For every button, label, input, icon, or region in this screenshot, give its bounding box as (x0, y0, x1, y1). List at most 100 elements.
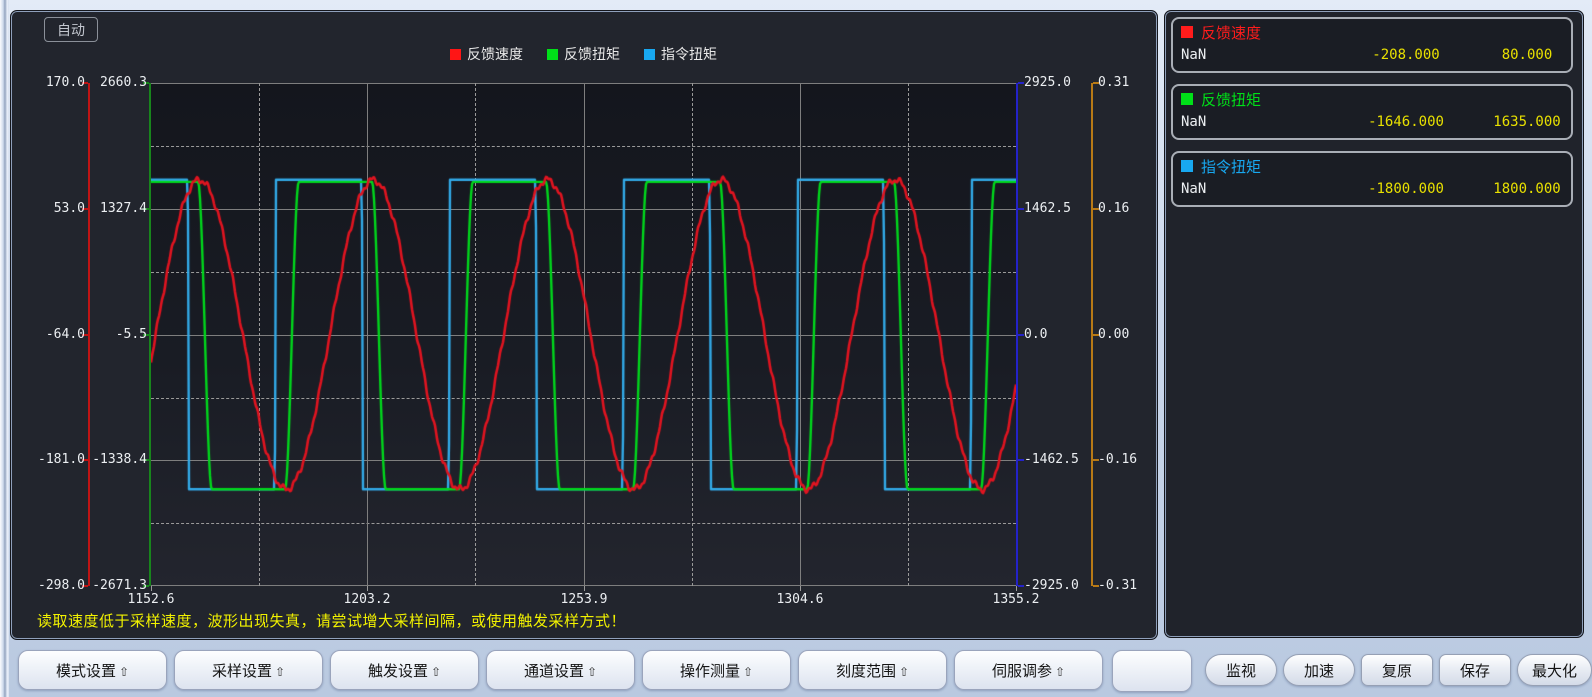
y-axis-tick-label: 0.31 (1098, 74, 1164, 92)
channel-color-swatch (1181, 160, 1193, 172)
channel-values-row: NaN-1646.0001635.000 (1181, 110, 1563, 134)
channel-max-value: 1635.000 (1491, 114, 1563, 130)
y-axis-tick-label: -0.16 (1098, 451, 1164, 469)
action-button-bar: 监视加速复原保存最大化 (1205, 654, 1592, 686)
settings-button-label: 伺服调参 (992, 663, 1052, 680)
channel-max-value: 80.000 (1491, 47, 1563, 63)
settings-button[interactable]: 刻度范围⇧ (798, 650, 947, 690)
settings-button[interactable]: 通道设置⇧ (486, 650, 635, 690)
x-axis-tick (584, 586, 585, 591)
legend-label: 反馈速度 (467, 44, 523, 64)
x-axis-tick-label: 1253.9 (542, 592, 626, 607)
channel-title-row: 反馈速度 (1181, 21, 1563, 43)
channel-current-value: NaN (1181, 181, 1321, 197)
channel-color-swatch (1181, 93, 1193, 105)
expand-up-icon: ⇧ (119, 665, 129, 679)
settings-button-label: 模式设置 (56, 663, 116, 680)
legend-item: 反馈速度 (450, 44, 523, 64)
channel-max-value: 1800.000 (1491, 181, 1563, 197)
legend-color-swatch (547, 49, 558, 60)
settings-button-label: 通道设置 (524, 663, 584, 680)
channel-label: 反馈扭矩 (1201, 89, 1261, 110)
y-axis-tick-label: 2925.0 (1024, 74, 1090, 92)
channel-panel: 反馈速度NaN-208.00080.000反馈扭矩NaN-1646.000163… (1164, 10, 1584, 638)
settings-button-label: 触发设置 (368, 663, 428, 680)
y-axis-tick-label: -181.0 (19, 451, 85, 469)
chart-panel: 自动 反馈速度反馈扭矩指令扭矩 1152.61203.21253.91304.6… (10, 10, 1158, 640)
warning-text: 读取速度低于采样速度，波形出现失真，请尝试增大采样间隔，或使用触发采样方式！ (37, 610, 626, 631)
legend-color-swatch (644, 49, 655, 60)
settings-button[interactable]: 触发设置⇧ (330, 650, 479, 690)
settings-button[interactable]: 模式设置⇧ (18, 650, 167, 690)
action-button[interactable]: 保存 (1439, 654, 1511, 686)
chart-legend: 反馈速度 反馈扭矩 指令扭矩 (151, 44, 1016, 64)
action-button[interactable]: 复原 (1361, 654, 1433, 686)
y-axis-tick-label: -1338.4 (81, 451, 147, 469)
channel-values-row: NaN-1800.0001800.000 (1181, 177, 1563, 201)
settings-button-label: 操作测量 (680, 663, 740, 680)
channel-current-value: NaN (1181, 114, 1321, 130)
y-axis-tick-label: 1462.5 (1024, 200, 1090, 218)
legend-item: 指令扭矩 (644, 44, 717, 64)
channel-box: 反馈速度NaN-208.00080.000 (1171, 17, 1573, 73)
y-axis-tick-label: -0.31 (1098, 577, 1164, 595)
y-axis-tick-label: -64.0 (19, 326, 85, 344)
channel-min-value: -208.000 (1321, 47, 1491, 63)
channel-title-row: 指令扭矩 (1181, 155, 1563, 177)
blank-button[interactable] (1112, 650, 1192, 692)
legend-label: 指令扭矩 (661, 44, 717, 64)
settings-button-label: 采样设置 (212, 663, 272, 680)
y-axis-tick-label: -2671.3 (81, 577, 147, 595)
expand-up-icon: ⇧ (275, 665, 285, 679)
channel-title-row: 反馈扭矩 (1181, 88, 1563, 110)
expand-up-icon: ⇧ (431, 665, 441, 679)
expand-up-icon: ⇧ (1055, 665, 1065, 679)
channel-label: 指令扭矩 (1201, 156, 1261, 177)
legend-item: 反馈扭矩 (547, 44, 620, 64)
channel-values-row: NaN-208.00080.000 (1181, 43, 1563, 67)
y-axis-tick-label: 2660.3 (81, 74, 147, 92)
channel-min-value: -1646.000 (1321, 114, 1491, 130)
expand-up-icon: ⇧ (587, 665, 597, 679)
channel-box: 指令扭矩NaN-1800.0001800.000 (1171, 151, 1573, 207)
expand-up-icon: ⇧ (743, 665, 753, 679)
channel-label: 反馈速度 (1201, 22, 1261, 43)
y-axis-tick-label: -298.0 (19, 577, 85, 595)
y-axis-tick-label: 0.16 (1098, 200, 1164, 218)
settings-button-label: 刻度范围 (836, 663, 896, 680)
channel-box: 反馈扭矩NaN-1646.0001635.000 (1171, 84, 1573, 140)
y-axis-tick-label: 1327.4 (81, 200, 147, 218)
plot-area (151, 83, 1016, 586)
x-axis-tick (800, 586, 801, 591)
action-button[interactable]: 监视 (1205, 654, 1277, 686)
legend-color-swatch (450, 49, 461, 60)
settings-button[interactable]: 采样设置⇧ (174, 650, 323, 690)
channel-min-value: -1800.000 (1321, 181, 1491, 197)
app-window: 自动 反馈速度反馈扭矩指令扭矩 1152.61203.21253.91304.6… (0, 0, 1592, 697)
y-axis-tick-label: -5.5 (81, 326, 147, 344)
channel-color-swatch (1181, 26, 1193, 38)
y-axis-tick-label: 0.00 (1098, 326, 1164, 344)
y-axis-tick-label: 170.0 (19, 74, 85, 92)
window-left-border (0, 0, 9, 697)
x-axis-tick (151, 586, 152, 591)
settings-button-bar: 模式设置⇧采样设置⇧触发设置⇧通道设置⇧操作测量⇧刻度范围⇧伺服调参⇧ (18, 650, 1103, 690)
y-axis-tick-label: 0.0 (1024, 326, 1090, 344)
fb_torque-axis-line (149, 83, 151, 586)
x-axis-tick-label: 1203.2 (325, 592, 409, 607)
action-button[interactable]: 最大化 (1517, 654, 1592, 686)
x-axis-tick-label: 1304.6 (758, 592, 842, 607)
legend-label: 反馈扭矩 (564, 44, 620, 64)
x-axis-tick (1016, 586, 1017, 591)
action-button[interactable]: 加速 (1283, 654, 1355, 686)
x-axis-tick (367, 586, 368, 591)
settings-button[interactable]: 伺服调参⇧ (954, 650, 1103, 690)
waveform-canvas[interactable] (151, 83, 1016, 586)
auto-button[interactable]: 自动 (44, 17, 98, 42)
channel-current-value: NaN (1181, 47, 1321, 63)
y-axis-tick-label: -2925.0 (1024, 577, 1090, 595)
expand-up-icon: ⇧ (899, 665, 909, 679)
y-axis-tick-label: -1462.5 (1024, 451, 1090, 469)
y-axis-tick-label: 53.0 (19, 200, 85, 218)
settings-button[interactable]: 操作测量⇧ (642, 650, 791, 690)
